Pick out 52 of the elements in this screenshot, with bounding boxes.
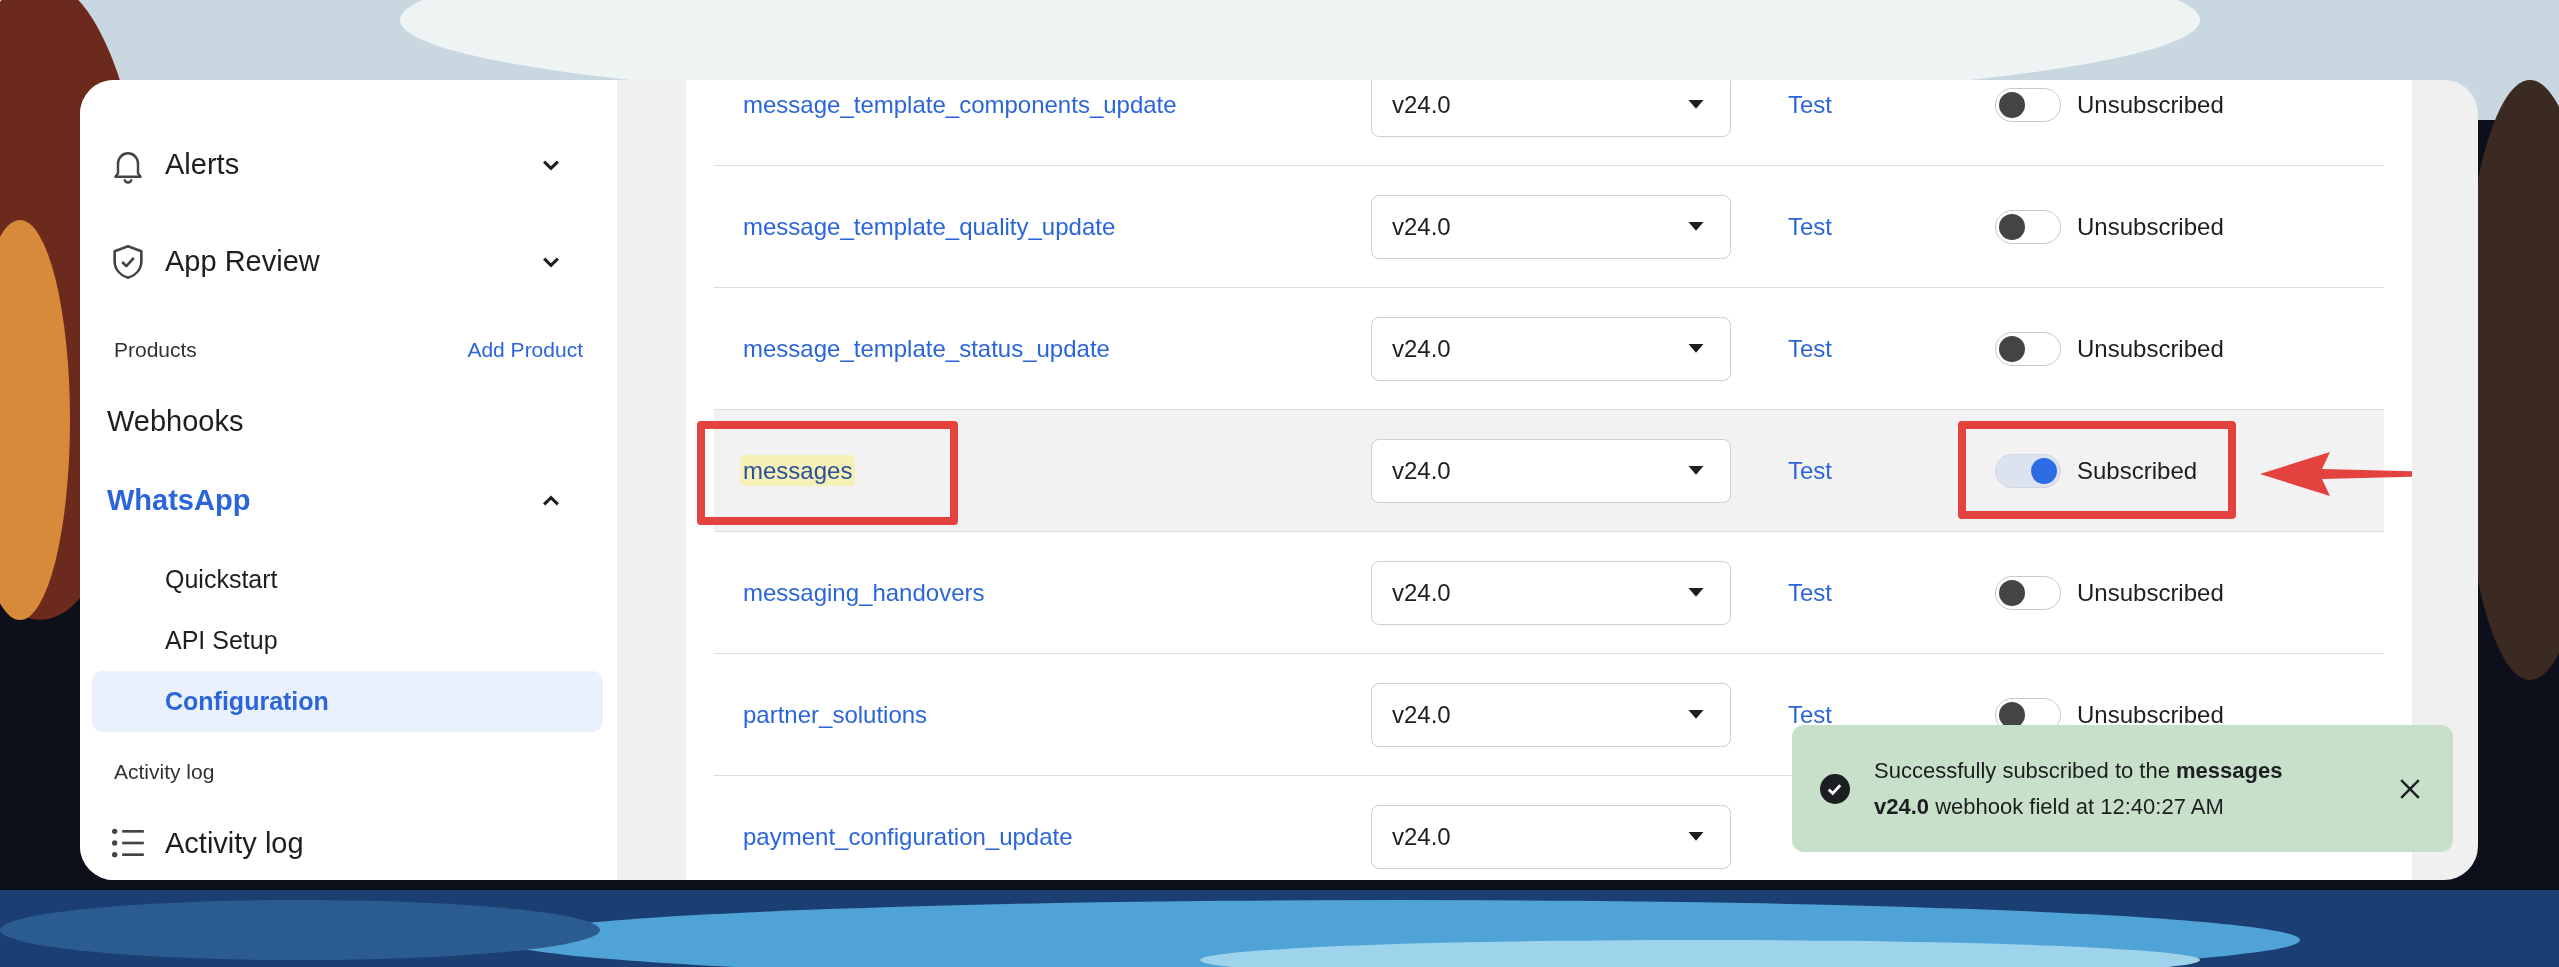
field-name-link[interactable]: partner_solutions (740, 698, 931, 730)
test-link[interactable]: Test (1788, 90, 1832, 118)
version-dropdown[interactable]: v24.0 (1371, 80, 1731, 137)
version-dropdown[interactable]: v24.0 (1371, 804, 1731, 869)
sidebar-subitem[interactable]: API Setup (92, 610, 603, 671)
status-label: Subscribed (2077, 456, 2198, 485)
field-name-link[interactable]: messages (740, 454, 856, 486)
test-link[interactable]: Test (1788, 578, 1832, 606)
status-label: Unsubscribed (2077, 578, 2224, 607)
close-icon[interactable] (2399, 777, 2421, 800)
status-label: Unsubscribed (2077, 334, 2224, 363)
sidebar-item[interactable]: Webhooks (80, 390, 617, 452)
sidebar-subitem[interactable]: Quickstart (92, 549, 603, 610)
caret-icon (1688, 587, 1704, 598)
caret-icon (1688, 343, 1704, 354)
version-dropdown[interactable]: v24.0 (1371, 438, 1731, 503)
subscribe-toggle[interactable] (1995, 453, 2061, 488)
sidebar-item[interactable]: Activity log (80, 812, 617, 874)
sidebar-item[interactable]: WhatsApp (80, 452, 617, 549)
subscribe-toggle[interactable] (1995, 331, 2061, 366)
subscribe-toggle[interactable] (1995, 575, 2061, 610)
caret-icon (1688, 465, 1704, 476)
toast-message: Successfully subscribed to the messages v24.0 webhook field at 12:40:27 AM (1874, 756, 2284, 821)
test-link[interactable]: Test (1788, 700, 1832, 728)
version-dropdown[interactable]: v24.0 (1371, 682, 1731, 747)
version-dropdown[interactable]: v24.0 (1371, 560, 1731, 625)
version-dropdown[interactable]: v24.0 (1371, 316, 1731, 381)
caret-icon (1688, 99, 1704, 110)
section-heading: Activity log (114, 760, 215, 784)
field-name-link[interactable]: payment_configuration_update (740, 820, 1076, 852)
caret-icon (1688, 831, 1704, 842)
test-link[interactable]: Test (1788, 456, 1832, 484)
caret-icon (1688, 709, 1704, 720)
sidebar-item[interactable]: App Review (80, 213, 617, 310)
caret-icon (1688, 221, 1704, 232)
subscribe-toggle[interactable] (1995, 209, 2061, 244)
check-circle-icon (1820, 773, 1850, 804)
field-name-link[interactable]: messaging_handovers (740, 576, 988, 608)
sidebar-subitem[interactable]: Configuration (92, 671, 603, 732)
field-name-link[interactable]: message_template_components_update (740, 88, 1180, 120)
status-label: Unsubscribed (2077, 90, 2224, 119)
field-name-link[interactable]: message_template_quality_update (740, 210, 1119, 242)
sidebar-item[interactable]: Alerts (80, 116, 617, 213)
field-name-link[interactable]: message_template_status_update (740, 332, 1113, 364)
section-heading: Products (114, 338, 197, 362)
subscribe-toggle[interactable] (1995, 87, 2061, 122)
status-label: Unsubscribed (2077, 212, 2224, 241)
status-label: Unsubscribed (2077, 700, 2224, 729)
add-product-link[interactable]: Add Product (467, 338, 583, 362)
version-dropdown[interactable]: v24.0 (1371, 194, 1731, 259)
test-link[interactable]: Test (1788, 334, 1832, 362)
test-link[interactable]: Test (1788, 212, 1832, 240)
